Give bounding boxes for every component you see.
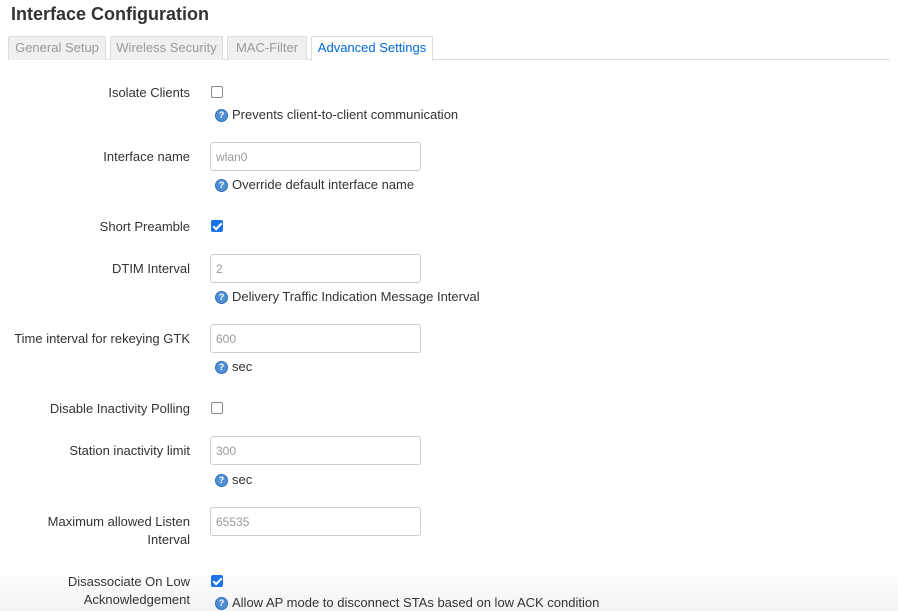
station-inactivity-limit-input[interactable]: [210, 436, 421, 465]
tab-bar: General Setup Wireless Security MAC-Filt…: [8, 36, 890, 61]
help-text: sec: [232, 472, 253, 487]
short-preamble-checkbox[interactable]: [211, 220, 223, 232]
help-text: Override default interface name: [232, 177, 415, 192]
help-text: Allow AP mode to disconnect STAs based o…: [232, 595, 600, 610]
dtim-interval-input[interactable]: [210, 254, 421, 283]
max-listen-interval-label-line2: Interval: [147, 532, 190, 547]
disable-inactivity-polling-label: Disable Inactivity Polling: [49, 401, 190, 416]
disassoc-low-ack-label-line1: Disassociate On Low: [67, 574, 190, 589]
help-icon: ?: [215, 473, 228, 487]
max-listen-interval-label-line1: Maximum allowed Listen: [47, 514, 190, 529]
disassoc-low-ack-label: Disassociate On Low Acknowledgement: [68, 573, 190, 609]
rekey-gtk-help: ? sec: [215, 359, 252, 375]
max-listen-interval-label: Maximum allowed Listen Interval: [48, 513, 190, 549]
help-icon: ?: [215, 290, 228, 304]
isolate-clients-help: ? Prevents client-to-client communicatio…: [215, 107, 458, 123]
tab-wireless-security[interactable]: Wireless Security: [110, 36, 223, 60]
interface-name-input[interactable]: [210, 142, 421, 171]
tab-mac-filter[interactable]: MAC-Filter: [227, 36, 307, 60]
page-title: Interface Configuration: [11, 4, 210, 24]
station-inactivity-limit-label: Station inactivity limit: [69, 443, 190, 458]
tab-advanced-settings[interactable]: Advanced Settings: [311, 36, 433, 61]
interface-name-label: Interface name: [103, 149, 190, 164]
help-text: Prevents client-to-client communication: [232, 107, 459, 122]
rekey-gtk-input[interactable]: [210, 324, 421, 353]
rekey-gtk-label: Time interval for rekeying GTK: [14, 331, 190, 346]
isolate-clients-checkbox[interactable]: [211, 86, 223, 98]
help-text: sec: [232, 359, 253, 374]
short-preamble-label: Short Preamble: [99, 219, 190, 234]
disassoc-low-ack-help: ? Allow AP mode to disconnect STAs based…: [215, 595, 599, 611]
tab-general-setup[interactable]: General Setup: [8, 36, 106, 60]
help-icon: ?: [215, 360, 228, 374]
help-icon: ?: [215, 108, 228, 122]
interface-name-help: ? Override default interface name: [215, 177, 414, 193]
dtim-interval-label: DTIM Interval: [111, 261, 190, 276]
disable-inactivity-polling-checkbox[interactable]: [211, 402, 223, 414]
dtim-interval-help: ? Delivery Traffic Indication Message In…: [215, 289, 480, 305]
help-text: Delivery Traffic Indication Message Inte…: [232, 289, 480, 304]
help-icon: ?: [215, 178, 228, 192]
max-listen-interval-input[interactable]: [210, 507, 421, 536]
disassoc-low-ack-label-line2: Acknowledgement: [83, 592, 190, 607]
isolate-clients-label: Isolate Clients: [108, 85, 190, 100]
station-inactivity-limit-help: ? sec: [215, 472, 252, 488]
help-icon: ?: [215, 596, 228, 610]
interface-configuration-page: Interface Configuration General Setup Wi…: [0, 0, 898, 611]
disassoc-low-ack-checkbox[interactable]: [211, 575, 223, 587]
